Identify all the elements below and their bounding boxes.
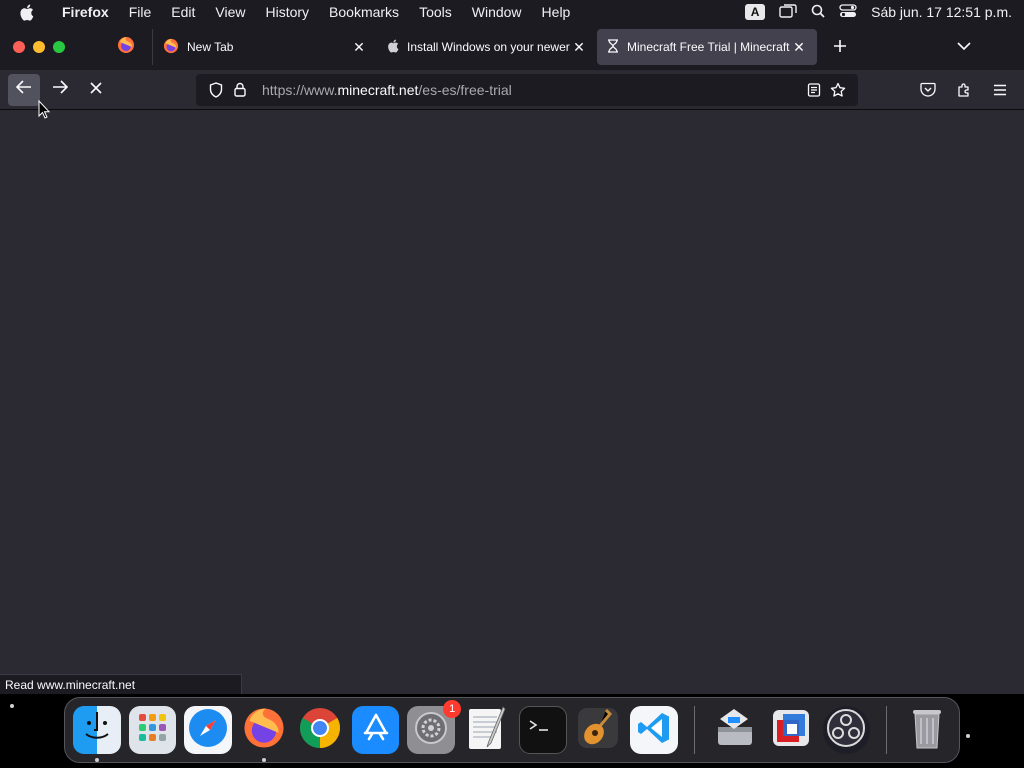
dock-app-store[interactable] [351, 706, 400, 754]
back-button[interactable] [8, 73, 40, 106]
arrow-right-icon [52, 80, 69, 99]
control-center-icon[interactable] [839, 3, 857, 21]
url-text[interactable]: https://www.minecraft.net/es-es/free-tri… [262, 82, 802, 98]
menu-window[interactable]: Window [462, 4, 532, 20]
desktop-indicator-dot [10, 704, 14, 708]
tab-title: New Tab [187, 40, 234, 54]
stop-loading-button[interactable] [80, 74, 112, 106]
running-indicator-dot [262, 758, 267, 762]
dock-boot-camp-assistant[interactable] [711, 706, 759, 754]
menu-file[interactable]: File [119, 4, 162, 20]
input-source-indicator[interactable]: A [745, 4, 766, 20]
close-icon [90, 81, 102, 99]
dock-launchpad[interactable] [128, 706, 177, 754]
dock-textedit[interactable] [463, 705, 511, 756]
dock-finder[interactable] [73, 706, 121, 762]
dock-obs[interactable] [822, 706, 871, 754]
dock-separator [694, 706, 696, 754]
boot-camp-disk-icon [712, 705, 758, 756]
tab-title: Install Windows on your newer M [407, 40, 571, 54]
close-tab-icon[interactable]: ✕ [571, 39, 587, 55]
dock-vscode[interactable] [630, 706, 679, 754]
spotlight-search-icon[interactable] [811, 4, 825, 21]
obs-icon [826, 708, 866, 753]
pocket-icon[interactable] [912, 74, 944, 106]
running-indicator-dot [95, 758, 99, 762]
tab-install-windows[interactable]: Install Windows on your newer M ✕ [377, 29, 597, 65]
chrome-icon [298, 706, 342, 755]
dock-safari[interactable] [184, 706, 233, 754]
tracking-protection-shield-icon[interactable] [204, 78, 228, 102]
vscode-icon [636, 710, 672, 751]
extensions-puzzle-icon[interactable] [948, 74, 980, 106]
app-store-icon [359, 711, 393, 750]
safari-compass-icon [187, 707, 229, 754]
dock-trash[interactable] [903, 706, 951, 754]
loading-hourglass-icon [607, 38, 619, 56]
address-bar[interactable]: https://www.minecraft.net/es-es/free-tri… [196, 73, 858, 106]
dock-parallels[interactable] [767, 706, 815, 754]
menubar-clock[interactable]: Sáb jun. 17 12:51 p.m. [871, 4, 1012, 20]
menu-tools[interactable]: Tools [409, 4, 462, 20]
macos-menubar: Firefox File Edit View History Bookmarks… [0, 0, 1024, 24]
gear-icon [413, 710, 449, 751]
chevron-down-icon [957, 38, 971, 56]
close-tab-icon[interactable]: ✕ [351, 39, 367, 55]
menu-help[interactable]: Help [532, 4, 581, 20]
firefox-icon [163, 38, 179, 57]
notification-badge: 1 [443, 700, 462, 718]
firefox-icon [117, 36, 135, 59]
menu-view[interactable]: View [205, 4, 255, 20]
tab-strip: New Tab ✕ Install Windows on your newer … [0, 24, 1024, 70]
tab-title: Minecraft Free Trial | Minecraft [627, 40, 790, 54]
navigation-toolbar: https://www.minecraft.net/es-es/free-tri… [0, 70, 1024, 110]
menu-app-firefox[interactable]: Firefox [52, 4, 119, 20]
mouse-cursor-icon [38, 99, 51, 124]
launchpad-grid-icon [136, 711, 170, 750]
macos-dock: 1 [64, 697, 960, 763]
menu-edit[interactable]: Edit [161, 4, 205, 20]
minimize-window-button[interactable] [33, 41, 45, 53]
guitar-icon [576, 704, 620, 757]
new-tab-button[interactable] [819, 29, 861, 65]
dock-firefox[interactable] [240, 706, 288, 762]
trash-icon [907, 704, 947, 757]
dock-chrome[interactable] [296, 706, 344, 754]
bookmark-star-icon[interactable] [826, 78, 850, 102]
dock-terminal[interactable] [518, 706, 567, 754]
plus-icon [833, 36, 847, 59]
url-domain: minecraft.net [337, 81, 419, 98]
terminal-prompt-icon [528, 718, 558, 743]
status-panel: Read www.minecraft.net [0, 674, 242, 694]
firefox-icon [242, 706, 286, 755]
apple-icon [387, 39, 399, 56]
close-tab-icon[interactable]: ✕ [791, 39, 807, 55]
zoom-window-button[interactable] [53, 41, 65, 53]
hamburger-menu-icon[interactable] [984, 74, 1016, 106]
textedit-document-icon [465, 705, 509, 756]
pinned-tab-firefox[interactable] [106, 29, 146, 65]
finder-icon [77, 708, 117, 753]
dock-system-settings[interactable]: 1 [407, 700, 462, 754]
list-all-tabs-button[interactable] [944, 29, 984, 65]
reader-view-icon[interactable] [802, 78, 826, 102]
dock-separator [886, 706, 888, 754]
url-prefix: https://www. [262, 81, 338, 98]
menu-history[interactable]: History [255, 4, 319, 20]
parallels-icon [769, 706, 813, 755]
screen-mirroring-icon[interactable] [779, 3, 797, 21]
lock-icon[interactable] [228, 78, 252, 102]
url-path: /es-es/free-trial [418, 81, 512, 98]
page-content-area: Read www.minecraft.net [0, 110, 1024, 694]
window-controls [0, 41, 110, 53]
dock-garageband[interactable] [575, 706, 623, 754]
menu-bookmarks[interactable]: Bookmarks [319, 4, 409, 20]
tab-minecraft-active[interactable]: Minecraft Free Trial | Minecraft ✕ [597, 29, 817, 65]
close-window-button[interactable] [13, 41, 25, 53]
arrow-left-icon [15, 80, 32, 99]
tab-new-tab[interactable]: New Tab ✕ [152, 29, 377, 65]
apple-menu-icon[interactable] [0, 4, 52, 21]
desktop-indicator-dot [966, 734, 970, 738]
